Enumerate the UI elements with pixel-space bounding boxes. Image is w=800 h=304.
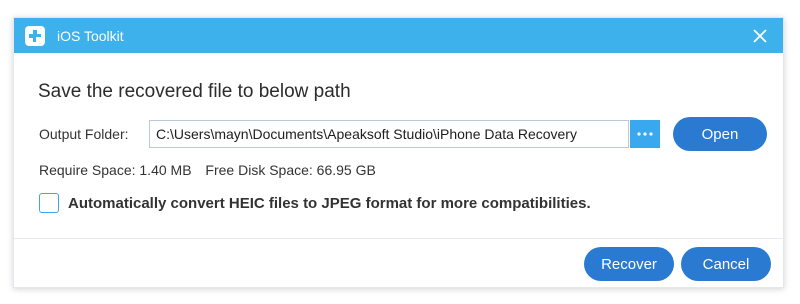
output-folder-input[interactable] xyxy=(149,120,629,148)
close-button[interactable] xyxy=(751,27,769,45)
ellipsis-icon xyxy=(637,132,653,136)
heic-convert-checkbox[interactable] xyxy=(39,193,59,213)
recover-button[interactable]: Recover xyxy=(584,247,674,281)
browse-folder-button[interactable] xyxy=(630,120,660,148)
dialog-heading: Save the recovered file to below path xyxy=(38,81,351,102)
footer-divider xyxy=(14,238,783,239)
window-title: iOS Toolkit xyxy=(57,28,124,44)
free-disk-space-text: Free Disk Space: 66.95 GB xyxy=(205,162,376,178)
cancel-button[interactable]: Cancel xyxy=(681,247,771,281)
save-path-dialog: iOS Toolkit Save the recovered file to b… xyxy=(13,17,784,288)
open-button[interactable]: Open xyxy=(673,117,767,151)
heic-convert-label[interactable]: Automatically convert HEIC files to JPEG… xyxy=(68,195,591,212)
require-space-text: Require Space: 1.40 MB xyxy=(39,162,192,178)
output-folder-label: Output Folder: xyxy=(39,126,129,142)
space-info: Require Space: 1.40 MB Free Disk Space: … xyxy=(39,162,376,178)
app-logo-icon xyxy=(25,26,45,46)
close-icon xyxy=(753,29,767,43)
title-bar: iOS Toolkit xyxy=(14,18,783,53)
